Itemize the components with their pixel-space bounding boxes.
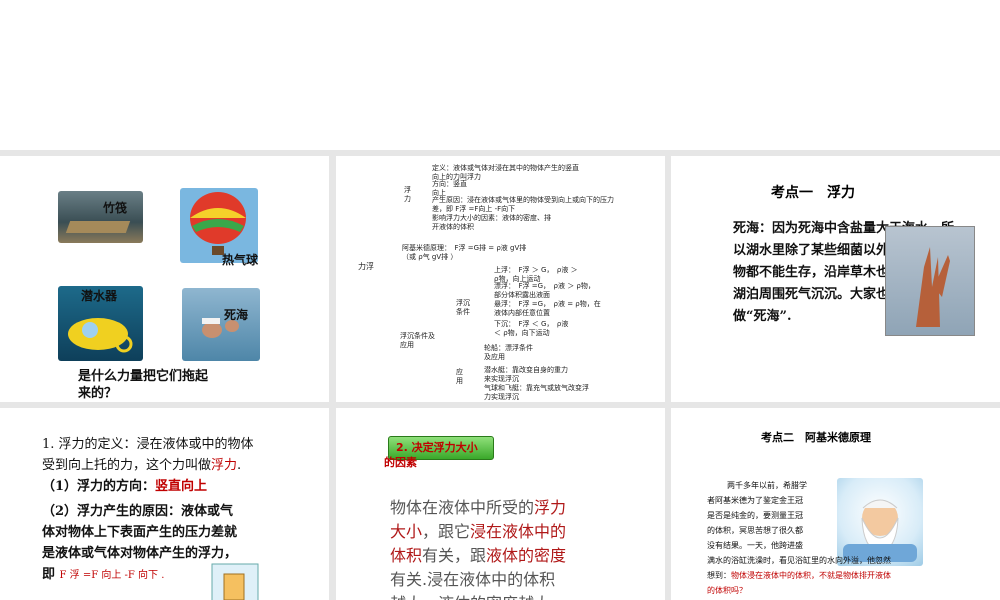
label-dead-sea: 死海 (224, 308, 249, 322)
label-raft: 竹筏 (103, 201, 128, 215)
mindmap-root: 力浮 (358, 262, 374, 271)
app-ship: 轮船：漂浮条件 及应用 (484, 344, 533, 361)
node-application: 应 用 (456, 368, 463, 385)
factors-paragraph: 物体在液体中所受的浮力 大小，跟它浸在液体中的 体积有关，跟液体的密度 有关.浸… (390, 498, 567, 600)
cylinder-diagram (210, 560, 260, 600)
node-archimedes: 阿基米德原理： F浮 =G排 = ρ液 gV排 （或 ρ气 gV排 ） (402, 244, 527, 261)
branch-buoyancy: 浮 力 (404, 186, 411, 203)
slide-thumbnail-6[interactable]: 考点二 阿基米德原理 两千多年以前，希腊学 者阿基米德为了鉴定金王冠 是否是纯金… (671, 408, 1000, 600)
node-float-sink: 浮沉条件及 应用 (400, 332, 435, 349)
cond-down: 下沉： F浮 ＜ G， ρ液＜ ρ物，向下运动 (494, 320, 569, 337)
label-submersible: 潜水器 (81, 289, 118, 303)
app-submarine: 潜水艇：靠改变自身的重力 来实现浮沉 (484, 366, 568, 383)
node-cause: 产生原因：浸在液体或气体里的物体受到向上或向下的压力 差，即 F浮 =F向上 -F… (432, 196, 614, 213)
bamboo-raft-image (58, 191, 143, 243)
archimedes-story: 两千多年以前，希腊学 者阿基米德为了鉴定金王冠 是否是纯金的，要测量王冠 的体积… (707, 481, 891, 595)
slide-thumbnail-4[interactable]: 1. 浮力的定义：浸在液体或中的物体 受到向上托的力，这个力叫做浮力. （1）浮… (0, 408, 329, 600)
label-balloon: 热气球 (222, 253, 259, 267)
node-factors: 影响浮力大小的因素：液体的密度、排 开液体的体积 (432, 214, 551, 231)
cond-float: 漂浮： F浮 =G， ρ液 ＞ ρ物， 部分体积露出液面 (494, 282, 595, 299)
slide3-title: 考点一 浮力 (771, 185, 855, 201)
slide-thumbnail-5[interactable]: 2. 决定浮力大小 的因素 物体在液体中所受的浮力 大小，跟它浸在液体中的 体积… (336, 408, 665, 600)
dead-sea-image (182, 288, 260, 361)
app-balloon: 气球和飞艇：靠充气或放气改变浮 力实现浮沉 (484, 384, 589, 401)
cond-suspend: 悬浮： F浮 =G， ρ液 = ρ物，在 液体内部任意位置 (494, 300, 601, 317)
slide6-title: 考点二 阿基米德原理 (761, 431, 871, 444)
dead-sea-photo (885, 226, 975, 336)
blank-header-area (0, 0, 1000, 150)
question-text: 是什么力量把它们拖起 来的？ (78, 369, 209, 401)
slide-thumbnail-3[interactable]: 考点一 浮力 死海：因为死海中含盐量大于海水，所 以湖水里除了某些细菌以外，其他… (671, 156, 1000, 402)
slide-thumbnail-2[interactable]: 力浮 浮 力 定义：液体或气体对浸在其中的物体产生的竖直 向上的力叫浮力 方向：竖… (336, 156, 665, 402)
factors-heading: 2. 决定浮力大小 的因素 (384, 441, 478, 469)
slide-thumbnail-1[interactable]: 竹筏 热气球 潜水器 死海 是什么力量把它们拖起 来的？ (0, 156, 329, 402)
node-conditions: 浮沉 条件 (456, 299, 470, 316)
